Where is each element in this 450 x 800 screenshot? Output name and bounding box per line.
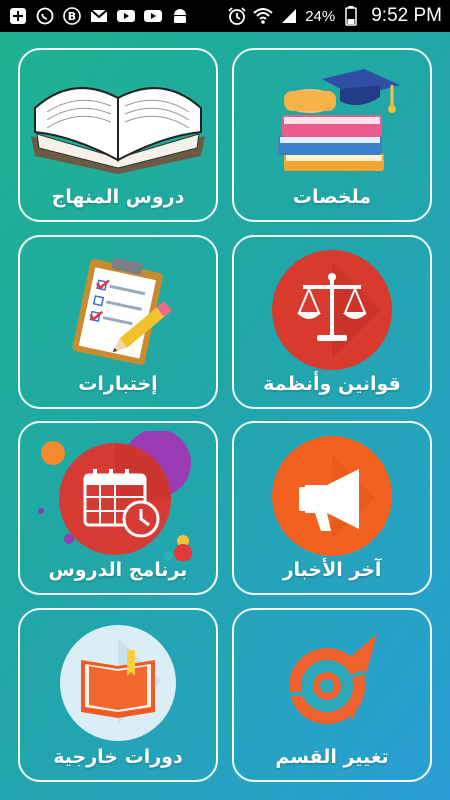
open-book-icon: [20, 58, 216, 188]
bitcoin-icon: B: [62, 6, 82, 26]
clipboard-test-icon: [20, 245, 216, 375]
android-icon: [170, 6, 190, 26]
menu-item-tests[interactable]: إختبارات: [18, 235, 218, 409]
battery-icon: [341, 6, 361, 26]
menu-item-latest-news[interactable]: آخر الأخبار: [232, 421, 432, 595]
system-icons: 24% 9:52 PM: [227, 5, 442, 27]
menu-item-label: إختبارات: [78, 373, 158, 395]
clock: 9:52 PM: [371, 5, 442, 26]
whatsapp-icon: [35, 6, 55, 26]
svg-text:B: B: [68, 10, 76, 23]
menu-item-external-courses[interactable]: دورات خارجية: [18, 608, 218, 782]
books-graduation-cap-icon: [234, 58, 430, 188]
menu-item-label: قوانين وأنظمة: [263, 373, 401, 395]
status-bar: B 24% 9:52 PM: [0, 0, 450, 32]
menu-item-label: ملخصات: [292, 186, 372, 208]
alarm-icon: [227, 6, 247, 26]
menu-item-summaries[interactable]: ملخصات: [232, 48, 432, 222]
megaphone-icon: [234, 431, 430, 561]
youtube-icon: [116, 6, 136, 26]
gmail-icon: [89, 6, 109, 26]
calendar-clock-icon: [20, 431, 216, 561]
menu-item-label: دورات خارجية: [53, 746, 183, 768]
menu-item-curriculum-lessons[interactable]: دروس المنهاج: [18, 48, 218, 222]
battery-percent: 24%: [305, 7, 336, 25]
add-icon: [8, 6, 28, 26]
book-icon: [20, 618, 216, 748]
signal-icon: [279, 6, 299, 26]
scales-icon: [234, 245, 430, 375]
notification-icons: B: [8, 6, 190, 26]
menu-item-change-department[interactable]: تغيير القسم: [232, 608, 432, 782]
menu-item-label: برنامج الدروس: [48, 559, 188, 581]
menu-item-label: دروس المنهاج: [51, 186, 185, 208]
menu-item-laws-regulations[interactable]: قوانين وأنظمة: [232, 235, 432, 409]
youtube-icon: [143, 6, 163, 26]
menu-grid: دروس المنهاج ملخصات إختبارات قوانين وأنظ…: [0, 32, 450, 800]
menu-item-label: تغيير القسم: [275, 746, 389, 768]
menu-item-label: آخر الأخبار: [282, 559, 382, 581]
wifi-icon: [253, 6, 273, 26]
menu-item-lesson-schedule[interactable]: برنامج الدروس: [18, 421, 218, 595]
compass-icon: [234, 618, 430, 748]
